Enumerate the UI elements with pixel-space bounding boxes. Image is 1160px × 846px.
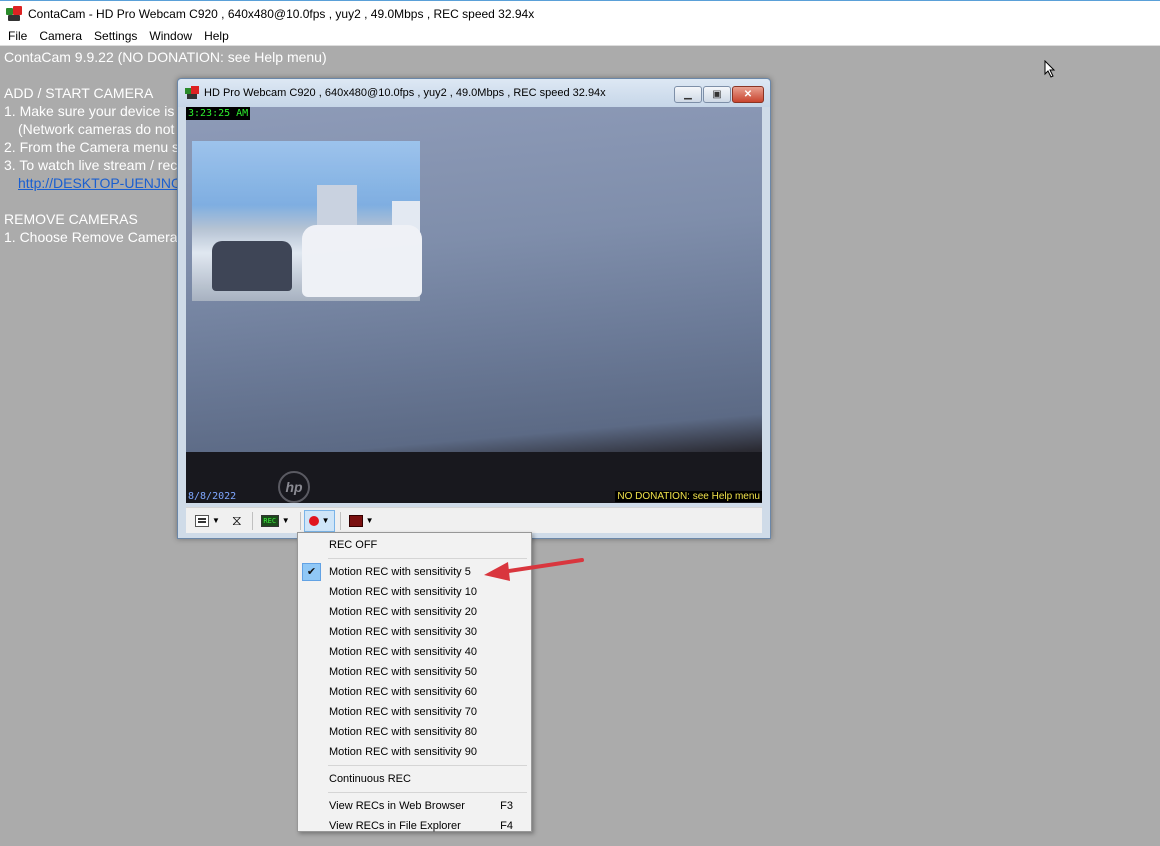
toolbar-separator [251,511,253,530]
menu-separator [328,792,527,793]
camera-mute-icon: ⧖ [231,512,242,528]
menu-item-motion-rec[interactable]: Motion REC with sensitivity 10 [300,582,529,602]
menu-item-label: REC OFF [329,539,378,551]
zone-grid-icon [348,514,363,527]
checkmark-icon: ✔ [302,563,321,581]
scene-building [317,185,357,225]
detection-icon: REC [260,514,279,527]
zone-button[interactable]: ▼ [344,510,379,532]
menu-item-motion-rec[interactable]: Motion REC with sensitivity 90 [300,742,529,762]
toolbar-separator [339,511,341,530]
menu-item-label: Motion REC with sensitivity 70 [329,706,477,718]
overlay-date: 8/8/2022 [188,491,237,502]
mouse-cursor-icon [1044,60,1056,78]
menu-settings[interactable]: Settings [88,27,143,46]
menu-item-view-web-browser[interactable]: View RECs in Web Browser F3 [300,796,529,816]
hp-logo-text: hp [285,479,303,495]
annotation-arrow-icon [484,558,584,581]
menu-item-label: Continuous REC [329,773,411,785]
motion-rec-list: ✔ Motion REC with sensitivity 5 Motion REC… [300,562,529,762]
minimize-icon: ▁ [684,89,692,100]
menu-separator [328,765,527,766]
maximize-button[interactable]: ▣ [703,86,731,103]
menu-item-shortcut: F3 [500,800,513,812]
menu-item-label: Motion REC with sensitivity 10 [329,586,477,598]
menu-item-label: Motion REC with sensitivity 60 [329,686,477,698]
menu-item-motion-rec[interactable]: Motion REC with sensitivity 70 [300,702,529,722]
version-text: ContaCam 9.9.22 (NO DONATION: see Help m… [4,49,327,65]
menu-window[interactable]: Window [143,27,198,46]
settings-icon [195,514,209,527]
menu-item-motion-rec[interactable]: Motion REC with sensitivity 50 [300,662,529,682]
camera-feed[interactable]: hp 3:23:25 AM 8/8/2022 NO DONATION: see … [186,107,762,503]
menu-item-label: Motion REC with sensitivity 80 [329,726,477,738]
detection-mode-button[interactable]: REC ▼ [256,510,295,532]
chevron-down-icon: ▼ [365,516,374,525]
rec-mode-button[interactable]: ▼ [303,509,335,532]
menu-item-label: Motion REC with sensitivity 50 [329,666,477,678]
audio-mute-button[interactable]: ⧖ [227,510,247,532]
minimize-button[interactable]: ▁ [674,86,702,103]
menu-camera[interactable]: Camera [33,27,88,46]
detection-icon-label: REC [263,516,277,525]
menu-item-label: View RECs in File Explorer [329,820,461,832]
menu-item-label: Motion REC with sensitivity 20 [329,606,477,618]
camera-window[interactable]: HD Pro Webcam C920 , 640x480@10.0fps , y… [177,78,771,539]
menu-item-label: View RECs in Web Browser [329,800,465,812]
scene-car [212,241,292,291]
record-icon [308,515,319,526]
menu-item-rec-off[interactable]: REC OFF [300,535,529,555]
menu-item-continuous-rec[interactable]: Continuous REC [300,769,529,789]
menu-file[interactable]: File [2,27,33,46]
hp-logo: hp [278,471,310,503]
chevron-down-icon: ▼ [212,516,220,525]
chevron-down-icon: ▼ [281,516,290,525]
toolbar-separator [299,511,301,530]
menu-item-motion-rec[interactable]: Motion REC with sensitivity 60 [300,682,529,702]
overlay-no-donation: NO DONATION: see Help menu [615,491,762,502]
camera-window-icon [185,86,199,100]
camera-window-title: HD Pro Webcam C920 , 640x480@10.0fps , y… [204,87,606,99]
menu-item-label: Motion REC with sensitivity 5 [329,566,471,578]
camera-feed-scene [192,141,422,301]
chevron-down-icon: ▼ [321,516,330,525]
restore-icon: ▣ [712,89,722,100]
camera-toolbar: ▼ ⧖ REC ▼ ▼ ▼ [186,507,762,533]
menu-help[interactable]: Help [198,27,235,46]
menu-item-label: Motion REC with sensitivity 30 [329,626,477,638]
overlay-time: 3:23:25 AM [186,107,251,120]
menu-item-motion-rec[interactable]: Motion REC with sensitivity 20 [300,602,529,622]
app-title: ContaCam - HD Pro Webcam C920 , 640x480@… [28,7,535,21]
menu-item-view-file-explorer[interactable]: View RECs in File Explorer F4 [300,816,529,836]
close-button[interactable]: ✕ [732,86,764,103]
scene-car [302,225,422,297]
camera-window-titlebar[interactable]: HD Pro Webcam C920 , 640x480@10.0fps , y… [178,79,770,107]
menubar: File Camera Settings Window Help [0,27,1160,46]
menu-item-motion-rec[interactable]: Motion REC with sensitivity 30 [300,622,529,642]
menu-item-shortcut: F4 [500,820,513,832]
menu-item-motion-rec[interactable]: Motion REC with sensitivity 40 [300,642,529,662]
menu-item-label: Motion REC with sensitivity 90 [329,746,477,758]
menu-item-motion-rec[interactable]: Motion REC with sensitivity 80 [300,722,529,742]
app-titlebar: ContaCam - HD Pro Webcam C920 , 640x480@… [0,0,1160,27]
menu-item-label: Motion REC with sensitivity 40 [329,646,477,658]
close-icon: ✕ [743,89,753,100]
window-controls: ▁ ▣ ✕ [673,86,764,103]
camera-settings-button[interactable]: ▼ [190,510,225,532]
contacam-app-icon [6,6,22,22]
